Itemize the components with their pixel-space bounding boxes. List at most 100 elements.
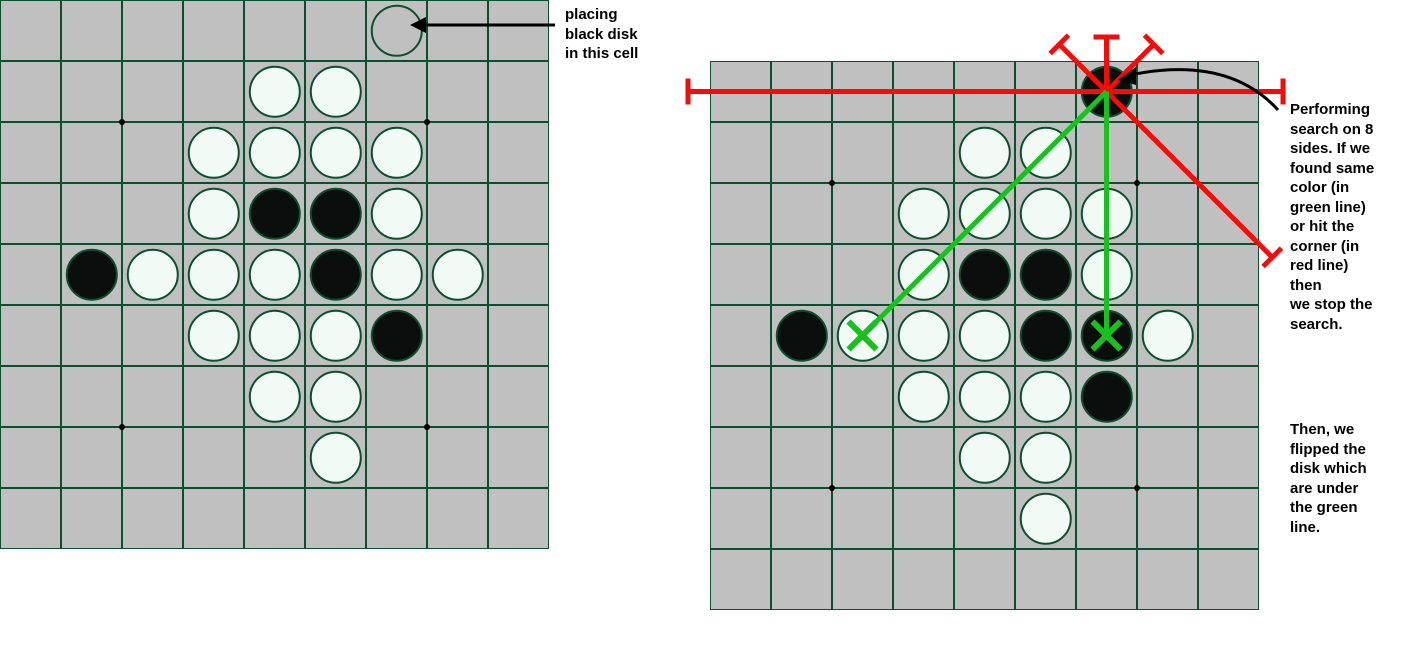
board-cell [366, 61, 427, 122]
board-cell [183, 488, 244, 549]
board-cell [1198, 488, 1259, 549]
board-cell [0, 305, 61, 366]
board-cell [832, 427, 893, 488]
board-cell [488, 427, 549, 488]
board-cell [61, 305, 122, 366]
board-cell [771, 122, 832, 183]
board-cell [183, 0, 244, 61]
board-cell [771, 549, 832, 610]
board-cell [61, 0, 122, 61]
board-cell [305, 488, 366, 549]
board-cell [488, 488, 549, 549]
board-cell [305, 0, 366, 61]
board-cell [61, 183, 122, 244]
board-cell [427, 427, 488, 488]
caption-right-search: Performing search on 8 sides. If we foun… [1290, 100, 1374, 334]
board-cell [1198, 183, 1259, 244]
caption-left: placing black disk in this cell [565, 5, 638, 64]
board-cell [710, 305, 771, 366]
board-cell [771, 366, 832, 427]
board-cell [1137, 122, 1198, 183]
board-cell [832, 488, 893, 549]
hoshi-dot [119, 119, 125, 125]
hoshi-dot [829, 180, 835, 186]
board-cell [1137, 244, 1198, 305]
board-cell [771, 183, 832, 244]
board-cell [1198, 427, 1259, 488]
board-cell [61, 61, 122, 122]
board-cell [771, 427, 832, 488]
board-cell [427, 183, 488, 244]
board-cell [122, 122, 183, 183]
board-cell [61, 122, 122, 183]
hoshi-dot [119, 424, 125, 430]
board-cell [0, 488, 61, 549]
board-cell [427, 488, 488, 549]
board-cell [832, 366, 893, 427]
caption-right-flip: Then, we flipped the disk which are unde… [1290, 420, 1367, 537]
board-cell [61, 488, 122, 549]
board-cell [893, 427, 954, 488]
board-cell [122, 427, 183, 488]
board-cell [488, 244, 549, 305]
board-cell [1137, 488, 1198, 549]
board-cell [832, 61, 893, 122]
board-cell [1076, 427, 1137, 488]
board-cell [488, 0, 549, 61]
board-cell [1137, 366, 1198, 427]
board-cell [244, 0, 305, 61]
board-cell [1198, 305, 1259, 366]
board-cell [1137, 61, 1198, 122]
board-cell [61, 427, 122, 488]
board-cell [1076, 488, 1137, 549]
board-cell [771, 61, 832, 122]
board-cell [893, 488, 954, 549]
board-cell [0, 61, 61, 122]
hoshi-dot [424, 119, 430, 125]
board-cell [488, 305, 549, 366]
board-cell [366, 366, 427, 427]
board-cell [122, 488, 183, 549]
board-cell [710, 488, 771, 549]
board-cell [122, 61, 183, 122]
board-cell [1076, 549, 1137, 610]
board-cell [1198, 122, 1259, 183]
hoshi-dot [829, 485, 835, 491]
board-cell [0, 427, 61, 488]
hoshi-dot [1134, 485, 1140, 491]
board-cell [122, 366, 183, 427]
board-cell [893, 61, 954, 122]
board-cell [0, 122, 61, 183]
board-cell [771, 244, 832, 305]
board-cell [1198, 244, 1259, 305]
board-cell [427, 0, 488, 61]
board-cell [366, 488, 427, 549]
board-cell [1137, 183, 1198, 244]
board-cell [710, 183, 771, 244]
board-cell [488, 183, 549, 244]
board-cell [1198, 366, 1259, 427]
board-cell [427, 305, 488, 366]
board-cell [244, 488, 305, 549]
hoshi-dot [424, 424, 430, 430]
board-cell [0, 183, 61, 244]
board-cell [488, 122, 549, 183]
board-cell [832, 549, 893, 610]
board-cell [710, 61, 771, 122]
board-cell [893, 549, 954, 610]
board-cell [1137, 427, 1198, 488]
board-cell [1137, 549, 1198, 610]
board-cell [710, 244, 771, 305]
board-cell [183, 427, 244, 488]
board-cell [488, 61, 549, 122]
board-cell [710, 366, 771, 427]
board-cell [61, 366, 122, 427]
board-cell [427, 366, 488, 427]
board-cell [0, 0, 61, 61]
board-cell [0, 244, 61, 305]
board-cell [954, 61, 1015, 122]
board-cell [832, 244, 893, 305]
board-cell [183, 366, 244, 427]
board-cell [0, 366, 61, 427]
board-cell [122, 305, 183, 366]
